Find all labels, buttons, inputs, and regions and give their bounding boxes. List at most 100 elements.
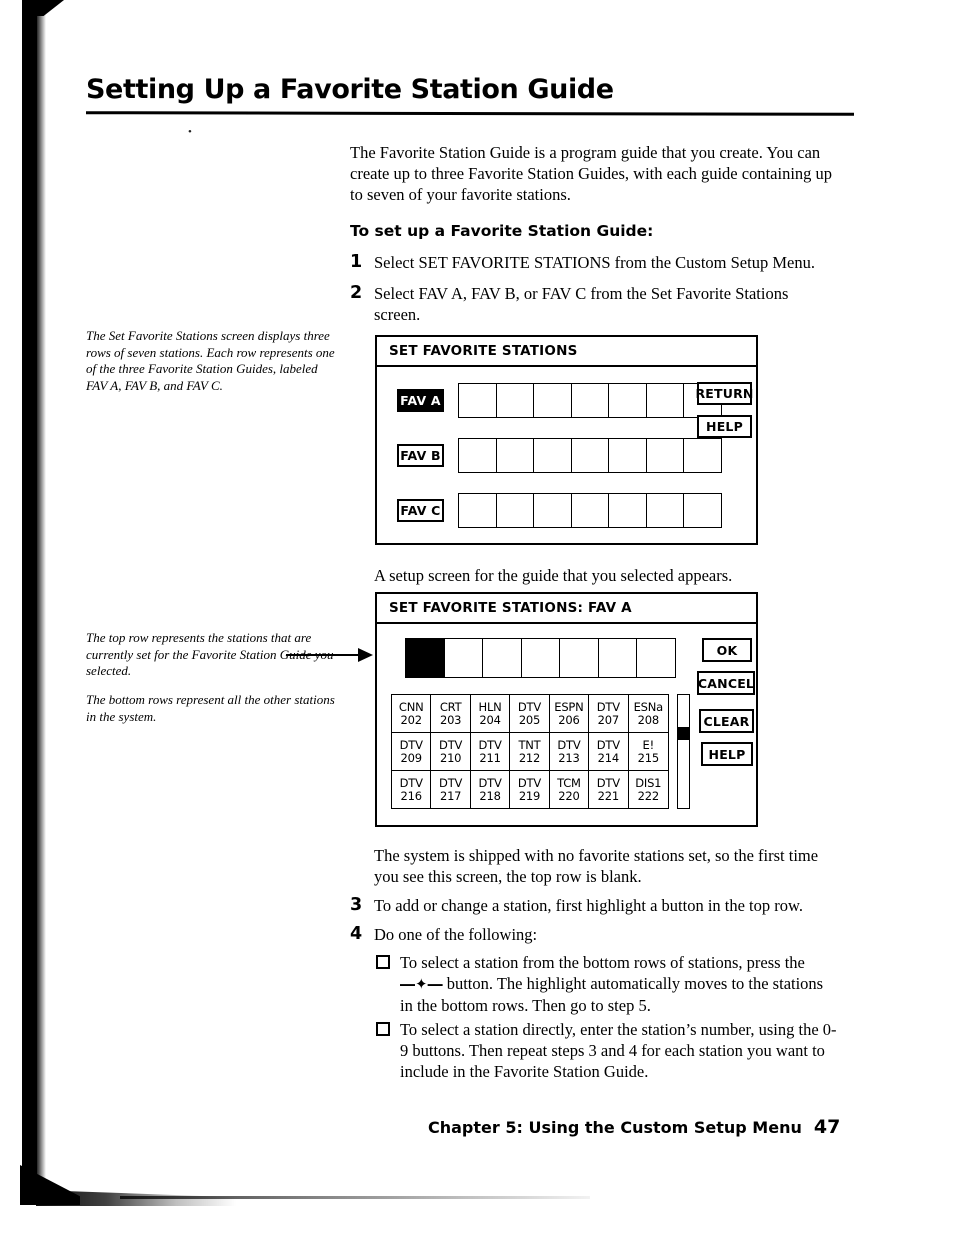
- bullet-1-text: To select a station from the bottom rows…: [400, 952, 840, 1016]
- fav-a-slot-3[interactable]: [533, 383, 572, 418]
- top-row-slot-2[interactable]: [443, 638, 484, 678]
- station-cell[interactable]: DTV 205: [510, 695, 550, 733]
- fav-c-slot-1[interactable]: [458, 493, 497, 528]
- fav-a-slot-6[interactable]: [645, 383, 685, 418]
- station-grid[interactable]: CNN 202 CRT 203 HLN 204 DTV 205 ESPN 206 DTV 2…: [391, 694, 669, 809]
- fav-b-slot-7[interactable]: [683, 438, 722, 473]
- fav-c-slot-5[interactable]: [608, 493, 647, 528]
- station-name: HLN: [478, 699, 502, 714]
- station-name: ESNa: [633, 699, 664, 714]
- step-1-text: Select SET FAVORITE STATIONS from the Cu…: [374, 253, 815, 272]
- station-cell[interactable]: CNN 202: [392, 695, 432, 733]
- figure2-body: CNN 202 CRT 203 HLN 204 DTV 205 ESPN 206 DTV 2…: [377, 624, 756, 817]
- station-cell[interactable]: DIS1 222: [629, 771, 668, 808]
- station-cell[interactable]: DTV 207: [589, 695, 629, 733]
- fav-a-slot-1[interactable]: [458, 383, 497, 418]
- station-cell[interactable]: CRT 203: [431, 695, 471, 733]
- top-row-slot-7[interactable]: [636, 638, 676, 678]
- station-name: DTV: [439, 737, 463, 752]
- fav-a-button[interactable]: FAV A: [397, 389, 444, 412]
- station-grid-scrollbar[interactable]: [677, 694, 690, 809]
- step-4-text: Do one of the following:: [374, 925, 538, 944]
- fav-a-slot-2[interactable]: [495, 383, 535, 418]
- fav-c-slot-2[interactable]: [495, 493, 535, 528]
- station-cell[interactable]: DTV 218: [471, 771, 511, 808]
- station-cell[interactable]: HLN 204: [470, 695, 511, 733]
- fav-a-slots[interactable]: [458, 383, 722, 418]
- station-number: 202: [400, 712, 423, 727]
- fav-b-slot-6[interactable]: [645, 438, 685, 473]
- station-cell[interactable]: DTV 217: [431, 771, 471, 808]
- station-name: DTV: [517, 775, 542, 790]
- procedure-heading: To set up a Favorite Station Guide:: [350, 222, 654, 240]
- fav-b-slot-1[interactable]: [458, 438, 497, 473]
- top-row-slot-4[interactable]: [520, 638, 561, 678]
- fav-row-c[interactable]: FAV C: [397, 493, 722, 528]
- figure-set-favorite-stations: SET FAVORITE STATIONS FAV A FAV B FAV C …: [375, 335, 758, 545]
- station-cell[interactable]: DTV 210: [431, 733, 471, 771]
- station-cell[interactable]: ESPN 206: [549, 695, 590, 733]
- fav-b-slot-5[interactable]: [608, 438, 647, 473]
- fav-c-slot-6[interactable]: [645, 493, 685, 528]
- station-cell[interactable]: TCM 220: [550, 771, 590, 808]
- station-name: DTV: [596, 775, 620, 790]
- station-cell[interactable]: DTV 214: [589, 733, 629, 771]
- help-button-fig1[interactable]: HELP: [697, 415, 752, 438]
- fav-c-slot-7[interactable]: [683, 493, 722, 528]
- station-name: DTV: [478, 775, 502, 790]
- bullet-1-part2: button. The highlight automatically move…: [400, 974, 824, 1015]
- step-2-text: Select FAV A, FAV B, or FAV C from the S…: [374, 284, 789, 324]
- station-cell[interactable]: DTV 209: [392, 733, 432, 771]
- station-name: CRT: [439, 699, 462, 714]
- top-row-slot-5[interactable]: [559, 638, 599, 678]
- station-number: 217: [439, 788, 462, 803]
- station-cell[interactable]: TNT 212: [510, 733, 550, 771]
- pointer-arrow-icon: [358, 648, 373, 662]
- figure-set-favorite-stations-fav-a: SET FAVORITE STATIONS: FAV A CNN 202 CRT 2…: [375, 592, 758, 827]
- fav-c-button[interactable]: FAV C: [397, 499, 444, 522]
- station-cell[interactable]: DTV 221: [589, 771, 629, 808]
- top-row-slot-1-highlighted[interactable]: [405, 638, 445, 678]
- fav-b-slot-2[interactable]: [495, 438, 535, 473]
- station-number: 211: [479, 750, 501, 765]
- station-name: DTV: [596, 699, 620, 714]
- station-cell[interactable]: ESNa 208: [628, 695, 668, 733]
- fav-b-slot-3[interactable]: [533, 438, 572, 473]
- station-name: DTV: [478, 737, 502, 752]
- fav-row-b[interactable]: FAV B: [397, 438, 722, 473]
- margin-note-1: The Set Favorite Stations screen display…: [86, 328, 335, 393]
- scrollbar-thumb[interactable]: [678, 727, 689, 740]
- station-name: DTV: [596, 737, 620, 752]
- figure2-title: SET FAVORITE STATIONS: FAV A: [377, 594, 756, 624]
- checkbox-bullet-icon: [376, 1022, 390, 1036]
- cancel-button[interactable]: CANCEL: [697, 671, 755, 695]
- fav-c-slots[interactable]: [458, 493, 722, 528]
- step-3-number: 3: [350, 895, 363, 915]
- station-cell[interactable]: E! 215: [628, 733, 668, 771]
- station-number: 204: [479, 712, 501, 727]
- fav-b-button[interactable]: FAV B: [397, 444, 444, 467]
- fav-a-slot-5[interactable]: [608, 383, 647, 418]
- top-row-slot-6[interactable]: [597, 638, 638, 678]
- step-1-number: 1: [350, 252, 363, 272]
- footer: Chapter 5: Using the Custom Setup Menu 47: [428, 1116, 840, 1138]
- fav-c-slot-4[interactable]: [570, 493, 610, 528]
- fav-row-a[interactable]: FAV A: [397, 383, 722, 418]
- return-button[interactable]: RETURN: [695, 382, 753, 405]
- top-row-slot-3[interactable]: [482, 638, 522, 678]
- help-button-fig2[interactable]: HELP: [701, 742, 753, 766]
- scan-edge-gradient: [37, 0, 46, 1180]
- pointer-line: [286, 654, 360, 656]
- station-cell[interactable]: DTV 216: [392, 771, 432, 808]
- station-cell[interactable]: DTV 213: [549, 733, 590, 771]
- fav-b-slot-4[interactable]: [570, 438, 610, 473]
- ok-button[interactable]: OK: [702, 638, 752, 662]
- fav-a-slot-4[interactable]: [570, 383, 610, 418]
- scan-edge-artifact-left: [22, 0, 37, 1185]
- fav-a-top-row-slots[interactable]: [405, 638, 676, 678]
- clear-button[interactable]: CLEAR: [699, 709, 754, 733]
- fav-b-slots[interactable]: [458, 438, 722, 473]
- station-cell[interactable]: DTV 219: [510, 771, 550, 808]
- fav-c-slot-3[interactable]: [533, 493, 572, 528]
- station-cell[interactable]: DTV 211: [470, 733, 511, 771]
